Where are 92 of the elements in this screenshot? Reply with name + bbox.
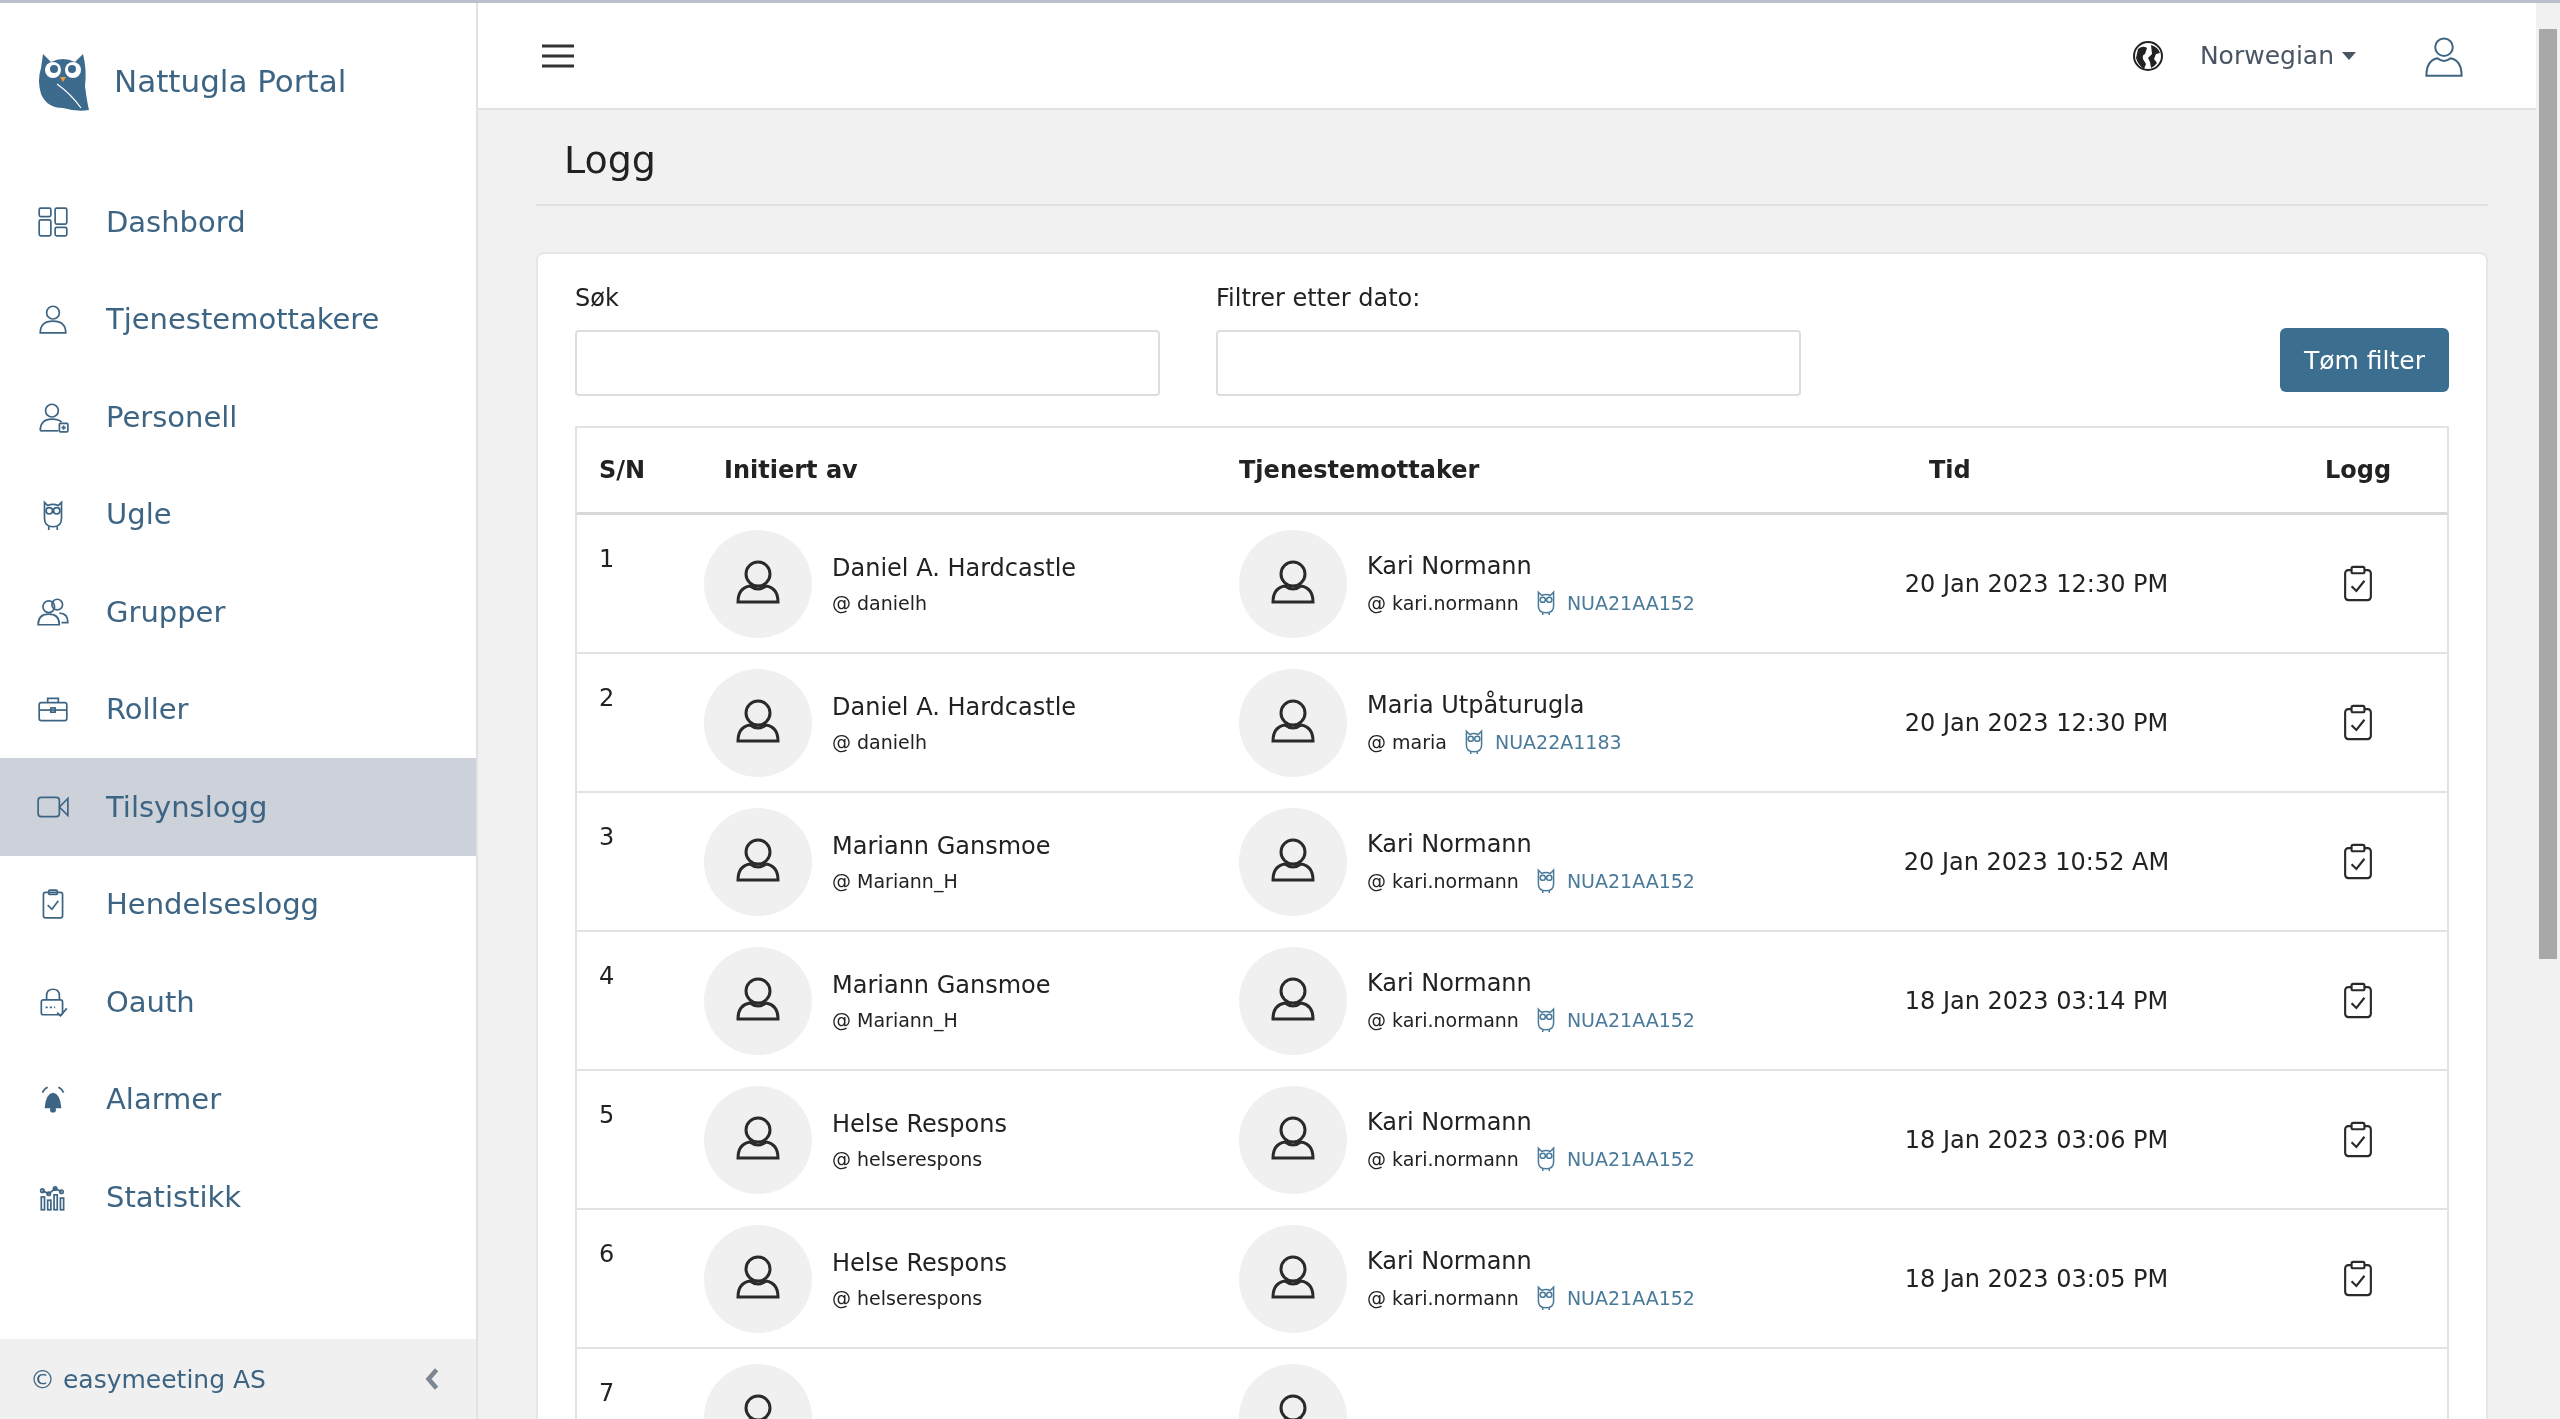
device-id-link[interactable]: NUA21AA152 bbox=[1566, 869, 1695, 892]
person-name: Kari Normann bbox=[1367, 829, 1533, 858]
person-name: Daniel A. Hardcastle bbox=[832, 692, 1077, 721]
nav-item[interactable]: Statistikk bbox=[0, 1148, 476, 1246]
avatar-icon bbox=[1239, 807, 1347, 916]
username: @ kari.normann bbox=[1367, 1008, 1519, 1031]
column-header: Tjenestemottaker bbox=[1239, 456, 1481, 484]
person-name: Kari Normann bbox=[1367, 551, 1533, 580]
row-number: 2 bbox=[599, 684, 615, 712]
scrollbar-thumb[interactable] bbox=[2539, 29, 2557, 959]
username: @ helserespons bbox=[832, 1147, 984, 1170]
grid-icon bbox=[36, 204, 70, 239]
avatar-icon bbox=[1239, 668, 1347, 777]
page-title: Logg bbox=[536, 138, 2488, 206]
row-number: 4 bbox=[599, 962, 615, 990]
clipboard-check-icon[interactable] bbox=[2343, 564, 2373, 603]
avatar-icon bbox=[1239, 529, 1347, 638]
nav-item[interactable]: Tjenestemottakere bbox=[0, 270, 476, 368]
avatar-icon bbox=[704, 529, 812, 638]
username: @ kari.normann bbox=[1367, 591, 1519, 614]
row-number: 6 bbox=[599, 1240, 615, 1268]
clipboard-check-icon[interactable] bbox=[2343, 1120, 2373, 1159]
nav-item[interactable]: Dashbord bbox=[0, 173, 476, 271]
clipboard-check-icon[interactable] bbox=[2343, 842, 2373, 881]
person-name: Kari Normann bbox=[1367, 1246, 1533, 1275]
globe-icon bbox=[2131, 39, 2164, 72]
avatar-icon bbox=[1239, 1085, 1347, 1194]
copyright-text: © easymeeting AS bbox=[30, 1364, 267, 1394]
device-id-link[interactable]: NUA21AA152 bbox=[1566, 591, 1695, 614]
person-name: Helse Respons bbox=[832, 1248, 1007, 1277]
device-id-link[interactable]: NUA21AA152 bbox=[1566, 1286, 1695, 1309]
column-header: Tid bbox=[1928, 456, 1972, 484]
username: @ danielh bbox=[832, 591, 929, 614]
clear-filter-button[interactable]: Tøm filter bbox=[2279, 328, 2449, 392]
clipboard-check-icon[interactable] bbox=[2343, 981, 2373, 1020]
person-name: Helse Respons bbox=[832, 1109, 1007, 1138]
avatar-icon bbox=[704, 668, 812, 777]
username: @ helserespons bbox=[832, 1286, 984, 1309]
row-number: 1 bbox=[599, 545, 615, 573]
person-name: Mariann Gansmoe bbox=[832, 831, 1051, 860]
username: @ maria bbox=[1367, 730, 1447, 753]
timestamp: 20 Jan 2023 12:30 PM bbox=[1904, 708, 2169, 737]
caret-icon bbox=[2342, 51, 2356, 60]
clipboard-check-icon[interactable] bbox=[2343, 1259, 2373, 1298]
username: @ danielh bbox=[832, 730, 929, 753]
device-id-link[interactable]: NUA21AA152 bbox=[1566, 1008, 1695, 1031]
search-field[interactable] bbox=[575, 330, 1160, 396]
nav-item[interactable]: Grupper bbox=[0, 563, 476, 661]
column-header: S/N bbox=[598, 456, 647, 484]
nav-item[interactable]: Alarmer bbox=[0, 1050, 476, 1148]
avatar-icon bbox=[704, 946, 812, 1055]
username: @ kari.normann bbox=[1367, 869, 1519, 892]
chevron-left-icon[interactable] bbox=[424, 1366, 440, 1392]
date-field[interactable] bbox=[1216, 330, 1801, 396]
search-label: Søk bbox=[575, 284, 620, 312]
nav-item[interactable]: Ugle bbox=[0, 465, 476, 563]
person-name: Daniel A. Hardcastle bbox=[832, 553, 1077, 582]
nav-item[interactable]: Oauth bbox=[0, 953, 476, 1051]
username: @ kari.normann bbox=[1367, 1147, 1519, 1170]
timestamp: 18 Jan 2023 03:05 PM bbox=[1904, 1264, 2169, 1293]
timestamp: 20 Jan 2023 10:52 AM bbox=[1903, 847, 2170, 876]
person-icon bbox=[36, 302, 70, 337]
date-filter-label: Filtrer etter dato: bbox=[1216, 284, 1422, 312]
timestamp: 20 Jan 2023 12:30 PM bbox=[1904, 569, 2169, 598]
person-name: Mariann Gansmoe bbox=[832, 970, 1051, 999]
nav-item[interactable]: Personell bbox=[0, 368, 476, 466]
column-header: Logg bbox=[2323, 456, 2393, 484]
avatar-icon bbox=[1239, 946, 1347, 1055]
avatar-icon bbox=[704, 1224, 812, 1333]
username: @ kari.normann bbox=[1367, 1286, 1519, 1309]
timestamp: 18 Jan 2023 03:06 PM bbox=[1904, 1125, 2169, 1154]
person-name: Maria Utpåturugla bbox=[1367, 690, 1586, 719]
username: @ Mariann_H bbox=[832, 1008, 959, 1031]
row-number: 3 bbox=[599, 823, 615, 851]
avatar-icon bbox=[1239, 1224, 1347, 1333]
timestamp: 18 Jan 2023 03:14 PM bbox=[1904, 986, 2169, 1015]
row-number: 5 bbox=[599, 1101, 615, 1129]
person-name: Kari Normann bbox=[1367, 1107, 1533, 1136]
username: @ Mariann_H bbox=[832, 869, 959, 892]
nav-item[interactable]: Tilsynslogg bbox=[0, 758, 476, 856]
clipboard-check-icon[interactable] bbox=[2343, 703, 2373, 742]
nav-item[interactable]: Hendelseslogg bbox=[0, 855, 476, 953]
row-number: 7 bbox=[599, 1379, 615, 1407]
avatar-icon bbox=[704, 1085, 812, 1194]
avatar-icon bbox=[704, 807, 812, 916]
language-dropdown[interactable]: Norwegian bbox=[2195, 37, 2360, 74]
person-name: Kari Normann bbox=[1367, 968, 1533, 997]
brand-name[interactable]: Nattugla Portal bbox=[114, 62, 347, 99]
column-header: Initiert av bbox=[723, 456, 859, 484]
nav-item[interactable]: Roller bbox=[0, 660, 476, 758]
device-id-link[interactable]: NUA22A1183 bbox=[1494, 730, 1622, 753]
device-id-link[interactable]: NUA21AA152 bbox=[1566, 1147, 1695, 1170]
